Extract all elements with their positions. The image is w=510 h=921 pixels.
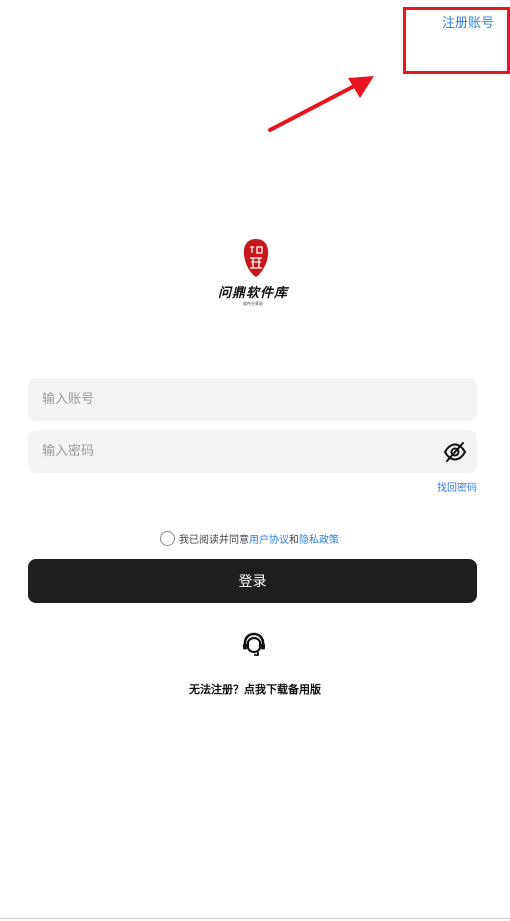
account-field-container: [28, 378, 477, 421]
agreement-checkbox[interactable]: [160, 531, 175, 546]
app-subtitle: 软件分享站: [243, 301, 263, 306]
headset-icon[interactable]: [241, 631, 267, 657]
forgot-password-link[interactable]: 找回密码: [437, 479, 477, 494]
user-agreement-link[interactable]: 用户协议: [249, 531, 289, 546]
seal-logo-icon: [243, 239, 269, 277]
password-field-container: [28, 430, 477, 473]
privacy-policy-link[interactable]: 隐私政策: [299, 531, 339, 546]
eye-off-icon[interactable]: [443, 440, 467, 464]
bottom-divider: [0, 918, 510, 919]
agreement-conjunction: 和: [289, 535, 299, 546]
agreement-row: 我已阅读并同意 用户协议 和 隐私政策: [160, 530, 339, 547]
login-button[interactable]: 登录: [28, 559, 477, 603]
app-name: 问鼎软件库: [217, 286, 288, 301]
agreement-prefix: 我已阅读并同意: [179, 535, 249, 546]
download-backup-link[interactable]: 无法注册？点我下载备用版: [0, 681, 510, 697]
password-input[interactable]: [28, 430, 477, 473]
account-input[interactable]: [28, 378, 477, 421]
app-logo: 问鼎软件库 软件分享站: [205, 238, 301, 314]
login-screen: 注册账号 问鼎软件库 软件分享站 找回密码 我已阅读并同意 用户协议 和 隐私政…: [0, 0, 510, 921]
annotation-arrow-icon: [268, 76, 374, 132]
annotation-highlight-box: [403, 7, 510, 74]
